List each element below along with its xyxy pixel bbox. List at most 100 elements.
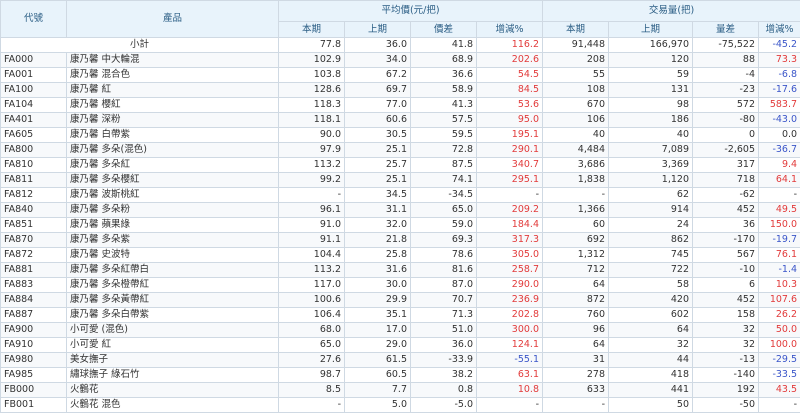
cell-price-current: 118.1: [278, 112, 345, 128]
cell-code: FA887: [0, 307, 67, 323]
cell-price-change-pct: 340.7: [476, 157, 543, 173]
header-product[interactable]: 產品: [66, 0, 279, 38]
cell-volume-current: 64: [542, 337, 609, 353]
table-row: FA001 康乃馨 混合色 103.8 67.2 36.6 54.5 55 59…: [0, 67, 800, 83]
cell-price-diff: 87.0: [410, 277, 477, 293]
cell-price-previous: 31.6: [344, 262, 411, 278]
cell-volume-current: 1,838: [542, 172, 609, 188]
cell-code: FA900: [0, 322, 67, 338]
cell-code: FA980: [0, 352, 67, 368]
cell-price-diff: 71.3: [410, 307, 477, 323]
cell-volume-previous: 420: [608, 292, 693, 308]
cell-price-change-pct: 258.7: [476, 262, 543, 278]
header-volume-previous[interactable]: 上期: [608, 21, 693, 38]
table-row: FA900 小可愛 (混色) 68.0 17.0 51.0 300.0 96 6…: [0, 322, 800, 338]
cell-price-previous: 60.6: [344, 112, 411, 128]
cell-price-previous: 34.0: [344, 52, 411, 68]
cell-price-previous: 60.5: [344, 367, 411, 383]
header-volume-change-pct[interactable]: 增減%: [757, 21, 800, 38]
cell-price-change-pct: 10.8: [476, 382, 543, 398]
cell-product: 康乃馨 白帶紫: [66, 127, 279, 143]
cell-volume-change-pct: 107.6: [757, 292, 800, 308]
cell-volume-current: 208: [542, 52, 609, 68]
cell-product: 康乃馨 紅: [66, 82, 279, 98]
cell-product: 康乃馨 多朵黃帶紅: [66, 292, 279, 308]
cell-volume-diff: 718: [692, 172, 759, 188]
header-price-diff[interactable]: 價差: [410, 21, 477, 38]
cell-price-current: 68.0: [278, 322, 345, 338]
cell-product: 康乃馨 波斯桃紅: [66, 187, 279, 203]
cell-volume-diff: -50: [692, 397, 759, 413]
cell-product: 康乃馨 多朵紅: [66, 157, 279, 173]
cell-price-change-pct: 317.3: [476, 232, 543, 248]
cell-price-previous: 25.1: [344, 172, 411, 188]
cell-price-diff: 74.1: [410, 172, 477, 188]
cell-price-previous: 69.7: [344, 82, 411, 98]
header-volume-diff[interactable]: 量差: [692, 21, 759, 38]
cell-volume-change-pct: 9.4: [757, 157, 800, 173]
table-row: FA910 小可愛 紅 65.0 29.0 36.0 124.1 64 32 3…: [0, 337, 800, 353]
cell-volume-previous: 862: [608, 232, 693, 248]
cell-volume-current: 55: [542, 67, 609, 83]
cell-volume-change-pct: 76.1: [757, 247, 800, 263]
cell-price-current: 77.8: [278, 37, 345, 53]
cell-volume-change-pct: -: [757, 397, 800, 413]
cell-volume-diff: 452: [692, 292, 759, 308]
cell-volume-current: 633: [542, 382, 609, 398]
cell-price-diff: 36.6: [410, 67, 477, 83]
cell-volume-diff: -2,605: [692, 142, 759, 158]
table-header: 代號 產品 平均價(元/把) 交易量(把) 本期 上期 價差 增減% 本期 上期…: [0, 0, 800, 38]
cell-price-change-pct: 290.0: [476, 277, 543, 293]
cell-volume-current: 278: [542, 367, 609, 383]
cell-volume-previous: 914: [608, 202, 693, 218]
subtotal-row: 小計 77.8 36.0 41.8 116.2 91,448 166,970 -…: [0, 37, 800, 53]
cell-volume-diff: -140: [692, 367, 759, 383]
cell-code: FA910: [0, 337, 67, 353]
cell-volume-change-pct: -1.4: [757, 262, 800, 278]
cell-product: 康乃馨 史波特: [66, 247, 279, 263]
cell-volume-change-pct: 150.0: [757, 217, 800, 233]
cell-volume-previous: 166,970: [608, 37, 693, 53]
table-row: FB001 火鶴花 混色 - 5.0 -5.0 - - 50 -50 -: [0, 397, 800, 413]
cell-price-change-pct: 236.9: [476, 292, 543, 308]
cell-volume-diff: 32: [692, 337, 759, 353]
cell-volume-diff: 452: [692, 202, 759, 218]
cell-price-change-pct: 116.2: [476, 37, 543, 53]
table-row: FA985 繡球撫子 綠石竹 98.7 60.5 38.2 63.1 278 4…: [0, 367, 800, 383]
cell-price-change-pct: 84.5: [476, 82, 543, 98]
header-price-previous[interactable]: 上期: [344, 21, 411, 38]
cell-price-diff: 36.0: [410, 337, 477, 353]
cell-code: FA851: [0, 217, 67, 233]
header-code[interactable]: 代號: [0, 0, 67, 38]
cell-product: 康乃馨 多朵櫻紅: [66, 172, 279, 188]
cell-price-current: 98.7: [278, 367, 345, 383]
cell-volume-previous: 24: [608, 217, 693, 233]
cell-price-diff: 41.8: [410, 37, 477, 53]
cell-price-change-pct: -55.1: [476, 352, 543, 368]
cell-volume-current: 91,448: [542, 37, 609, 53]
cell-product: 康乃馨 多朵紅帶白: [66, 262, 279, 278]
cell-price-previous: 34.5: [344, 187, 411, 203]
cell-volume-diff: 192: [692, 382, 759, 398]
cell-price-previous: 5.0: [344, 397, 411, 413]
cell-volume-diff: -62: [692, 187, 759, 203]
cell-price-current: 8.5: [278, 382, 345, 398]
cell-volume-change-pct: -29.5: [757, 352, 800, 368]
header-volume-current[interactable]: 本期: [542, 21, 609, 38]
cell-volume-diff: 567: [692, 247, 759, 263]
table-row: FA810 康乃馨 多朵紅 113.2 25.7 87.5 340.7 3,68…: [0, 157, 800, 173]
cell-price-previous: 30.0: [344, 277, 411, 293]
header-price-change-pct[interactable]: 增減%: [476, 21, 543, 38]
cell-volume-change-pct: -33.5: [757, 367, 800, 383]
cell-volume-previous: 58: [608, 277, 693, 293]
price-volume-table: 代號 產品 平均價(元/把) 交易量(把) 本期 上期 價差 增減% 本期 上期…: [0, 0, 800, 413]
cell-price-current: 117.0: [278, 277, 345, 293]
table-row: FA401 康乃馨 深粉 118.1 60.6 57.5 95.0 106 18…: [0, 112, 800, 128]
cell-price-change-pct: -: [476, 397, 543, 413]
cell-volume-diff: 572: [692, 97, 759, 113]
header-price-current[interactable]: 本期: [278, 21, 345, 38]
cell-volume-current: 670: [542, 97, 609, 113]
cell-code: FA883: [0, 277, 67, 293]
cell-product: 小可愛 (混色): [66, 322, 279, 338]
cell-volume-previous: 722: [608, 262, 693, 278]
